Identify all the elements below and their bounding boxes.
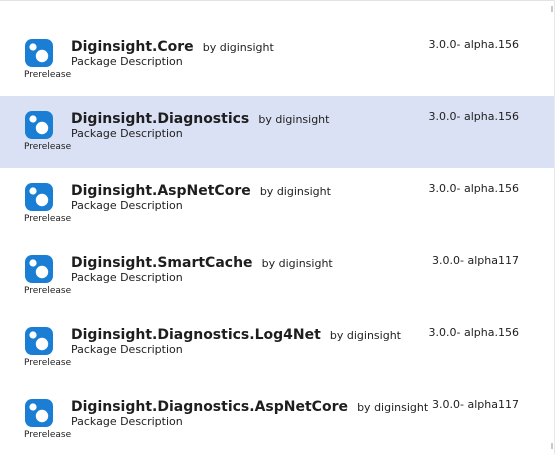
prerelease-badge: Prerelease [24,214,72,224]
package-description: Package Description [71,127,183,140]
package-name: Diginsight.Diagnostics.AspNetCore [71,399,348,415]
prerelease-badge: Prerelease [24,358,72,368]
top-border [0,0,555,1]
package-author: by diginsight [259,185,331,198]
package-list-pane: Prerelease Diginsight.Core by diginsight… [0,0,555,454]
package-description: Package Description [71,415,183,428]
package-name: Diginsight.Core [71,39,194,55]
nuget-package-icon [24,110,54,140]
package-description: Package Description [71,343,183,356]
prerelease-badge: Prerelease [24,430,72,440]
package-version: 3.0.0- alpha117 [432,398,519,411]
package-list: Prerelease Diginsight.Core by diginsight… [0,24,554,454]
package-description: Package Description [71,271,183,284]
package-name: Diginsight.AspNetCore [71,183,251,199]
nuget-package-icon [24,254,54,284]
package-version: 3.0.0- alpha.156 [428,326,519,339]
scrollbar-tick [551,6,553,12]
package-list-item[interactable]: Prerelease Diginsight.Core by diginsight… [0,24,554,96]
nuget-package-icon [24,398,54,428]
package-description: Package Description [71,55,183,68]
package-list-item[interactable]: Prerelease Diginsight.AspNetCore by digi… [0,168,554,240]
package-name: Diginsight.Diagnostics.Log4Net [71,327,321,343]
prerelease-badge: Prerelease [24,70,72,80]
package-list-item-selected[interactable]: Prerelease Diginsight.Diagnostics by dig… [0,96,554,168]
package-version: 3.0.0- alpha.156 [428,38,519,51]
package-author: by diginsight [329,329,401,342]
package-description: Package Description [71,199,183,212]
package-version: 3.0.0- alpha.156 [428,182,519,195]
package-author: by diginsight [202,41,274,54]
prerelease-badge: Prerelease [24,286,72,296]
package-name: Diginsight.Diagnostics [71,111,250,127]
package-list-item[interactable]: Prerelease Diginsight.SmartCache by digi… [0,240,554,312]
package-author: by diginsight [258,113,330,126]
prerelease-badge: Prerelease [24,142,72,152]
package-list-item[interactable]: Prerelease Diginsight.Diagnostics.Log4Ne… [0,312,554,384]
package-author: by diginsight [357,401,429,414]
package-version: 3.0.0- alpha.156 [428,110,519,123]
nuget-package-icon [24,326,54,356]
package-name: Diginsight.SmartCache [71,255,253,271]
package-list-item[interactable]: Prerelease Diginsight.Diagnostics.AspNet… [0,384,554,454]
nuget-package-icon [24,38,54,68]
package-version: 3.0.0- alpha117 [432,254,519,267]
package-author: by diginsight [261,257,333,270]
nuget-package-icon [24,182,54,212]
